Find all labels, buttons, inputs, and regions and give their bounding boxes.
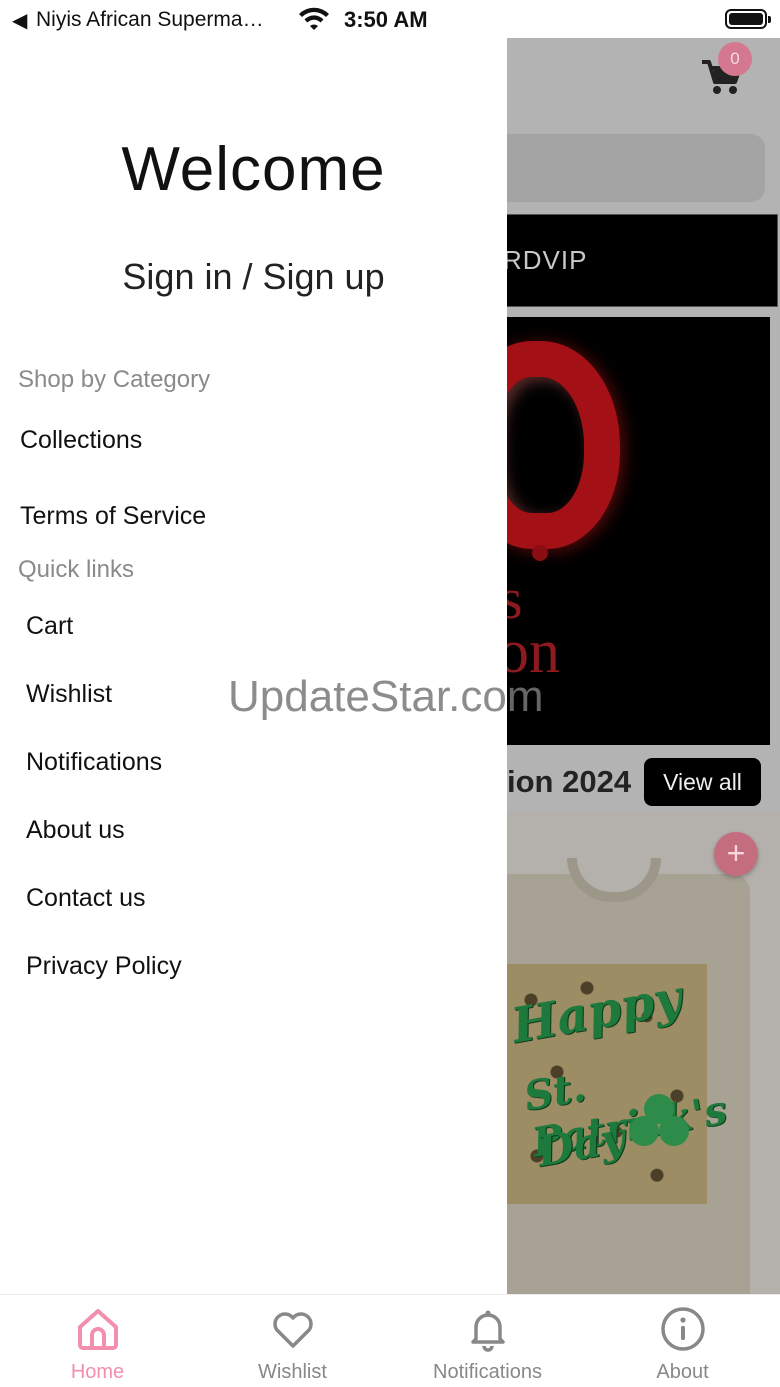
back-arrow-icon[interactable]: ◀	[12, 8, 27, 33]
menu-item-about-us[interactable]: About us	[26, 816, 125, 845]
tab-about-label: About	[656, 1361, 709, 1383]
heart-icon	[273, 1312, 313, 1348]
tab-wishlist[interactable]: Wishlist	[195, 1295, 390, 1387]
menu-item-wishlist[interactable]: Wishlist	[26, 680, 112, 709]
search-bar[interactable]	[507, 134, 765, 202]
tab-notifications[interactable]: Notifications	[390, 1295, 585, 1387]
menu-item-privacy-policy[interactable]: Privacy Policy	[26, 952, 182, 981]
quick-links-heading: Quick links	[18, 556, 135, 583]
hero-banner[interactable]: s on	[507, 317, 770, 745]
tab-home-label: Home	[70, 1361, 125, 1383]
tshirt-collar	[567, 858, 661, 902]
home-icon	[78, 1309, 118, 1350]
tab-about[interactable]: About	[585, 1295, 780, 1387]
shamrock-icon	[627, 1092, 691, 1156]
menu-item-terms-of-service[interactable]: Terms of Service	[20, 502, 206, 531]
red-balloon-letter-image	[507, 341, 620, 549]
promo-banner-text: RDVIP	[507, 245, 588, 275]
welcome-title: Welcome	[121, 135, 386, 204]
tshirt-image: Happy St. Patrick's Day	[507, 858, 750, 1294]
product-card[interactable]: Happy St. Patrick's Day +	[507, 812, 780, 1294]
status-time: 3:50 AM	[344, 7, 428, 32]
cart-count-badge: 0	[718, 42, 752, 76]
balloon-knot	[532, 545, 548, 561]
menu-item-collections[interactable]: Collections	[20, 426, 142, 455]
promo-banner[interactable]: RDVIP	[507, 214, 778, 307]
background-app-overlay[interactable]: 0 RDVIP s on ion 2024 View all Happy St.…	[507, 38, 780, 1294]
side-drawer: Welcome Sign in / Sign up Shop by Catego…	[0, 38, 507, 1294]
status-bar: ◀ Niyis African Superma… 3:50 AM	[0, 0, 780, 38]
bell-icon	[471, 1310, 505, 1352]
menu-item-notifications[interactable]: Notifications	[26, 748, 162, 777]
watermark: UpdateStar.com	[228, 672, 544, 721]
info-icon	[661, 1307, 705, 1351]
tab-notifications-label: Notifications	[433, 1361, 542, 1383]
view-all-button[interactable]: View all	[644, 758, 761, 806]
collection-section-title: ion 2024	[507, 764, 632, 799]
menu-item-contact-us[interactable]: Contact us	[26, 884, 146, 913]
wifi-icon	[299, 7, 329, 30]
bottom-tab-bar: Home Wishlist Notifications About	[0, 1294, 780, 1387]
back-app-name[interactable]: Niyis African Superma…	[36, 8, 264, 32]
tab-home[interactable]: Home	[0, 1295, 195, 1387]
shop-by-category-heading: Shop by Category	[18, 366, 211, 393]
battery-icon	[725, 9, 771, 29]
add-to-cart-button[interactable]: +	[714, 832, 758, 876]
menu-item-cart[interactable]: Cart	[26, 612, 73, 641]
tab-wishlist-label: Wishlist	[258, 1361, 327, 1383]
sign-in-link[interactable]: Sign in / Sign up	[0, 256, 507, 298]
